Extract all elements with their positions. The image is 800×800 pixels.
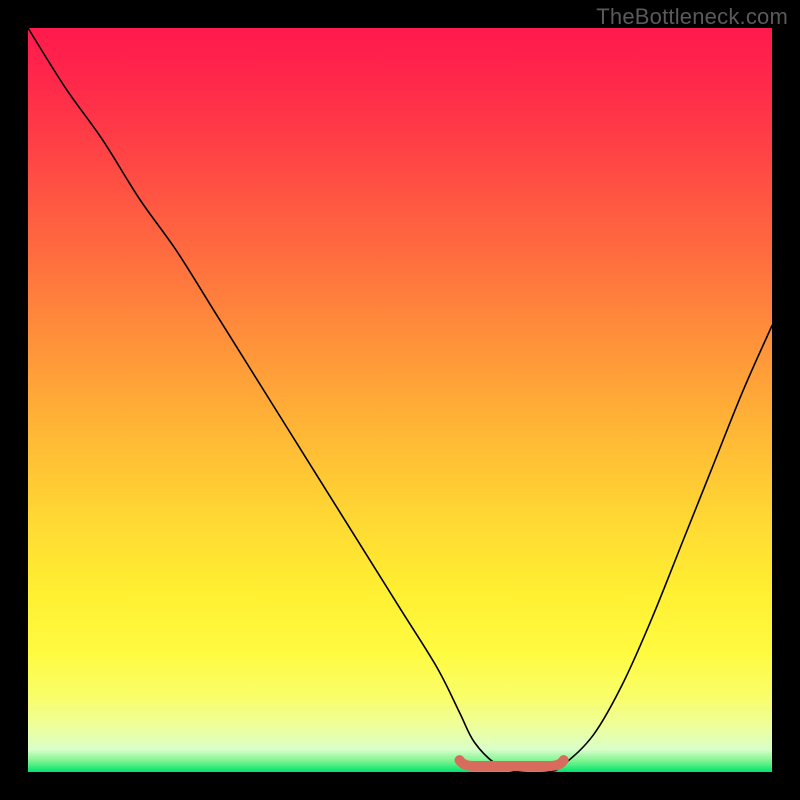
optimal-range-marker	[460, 760, 564, 766]
watermark-text: TheBottleneck.com	[596, 4, 788, 30]
marker-layer	[28, 28, 772, 772]
chart-frame: TheBottleneck.com	[0, 0, 800, 800]
plot-area	[28, 28, 772, 772]
